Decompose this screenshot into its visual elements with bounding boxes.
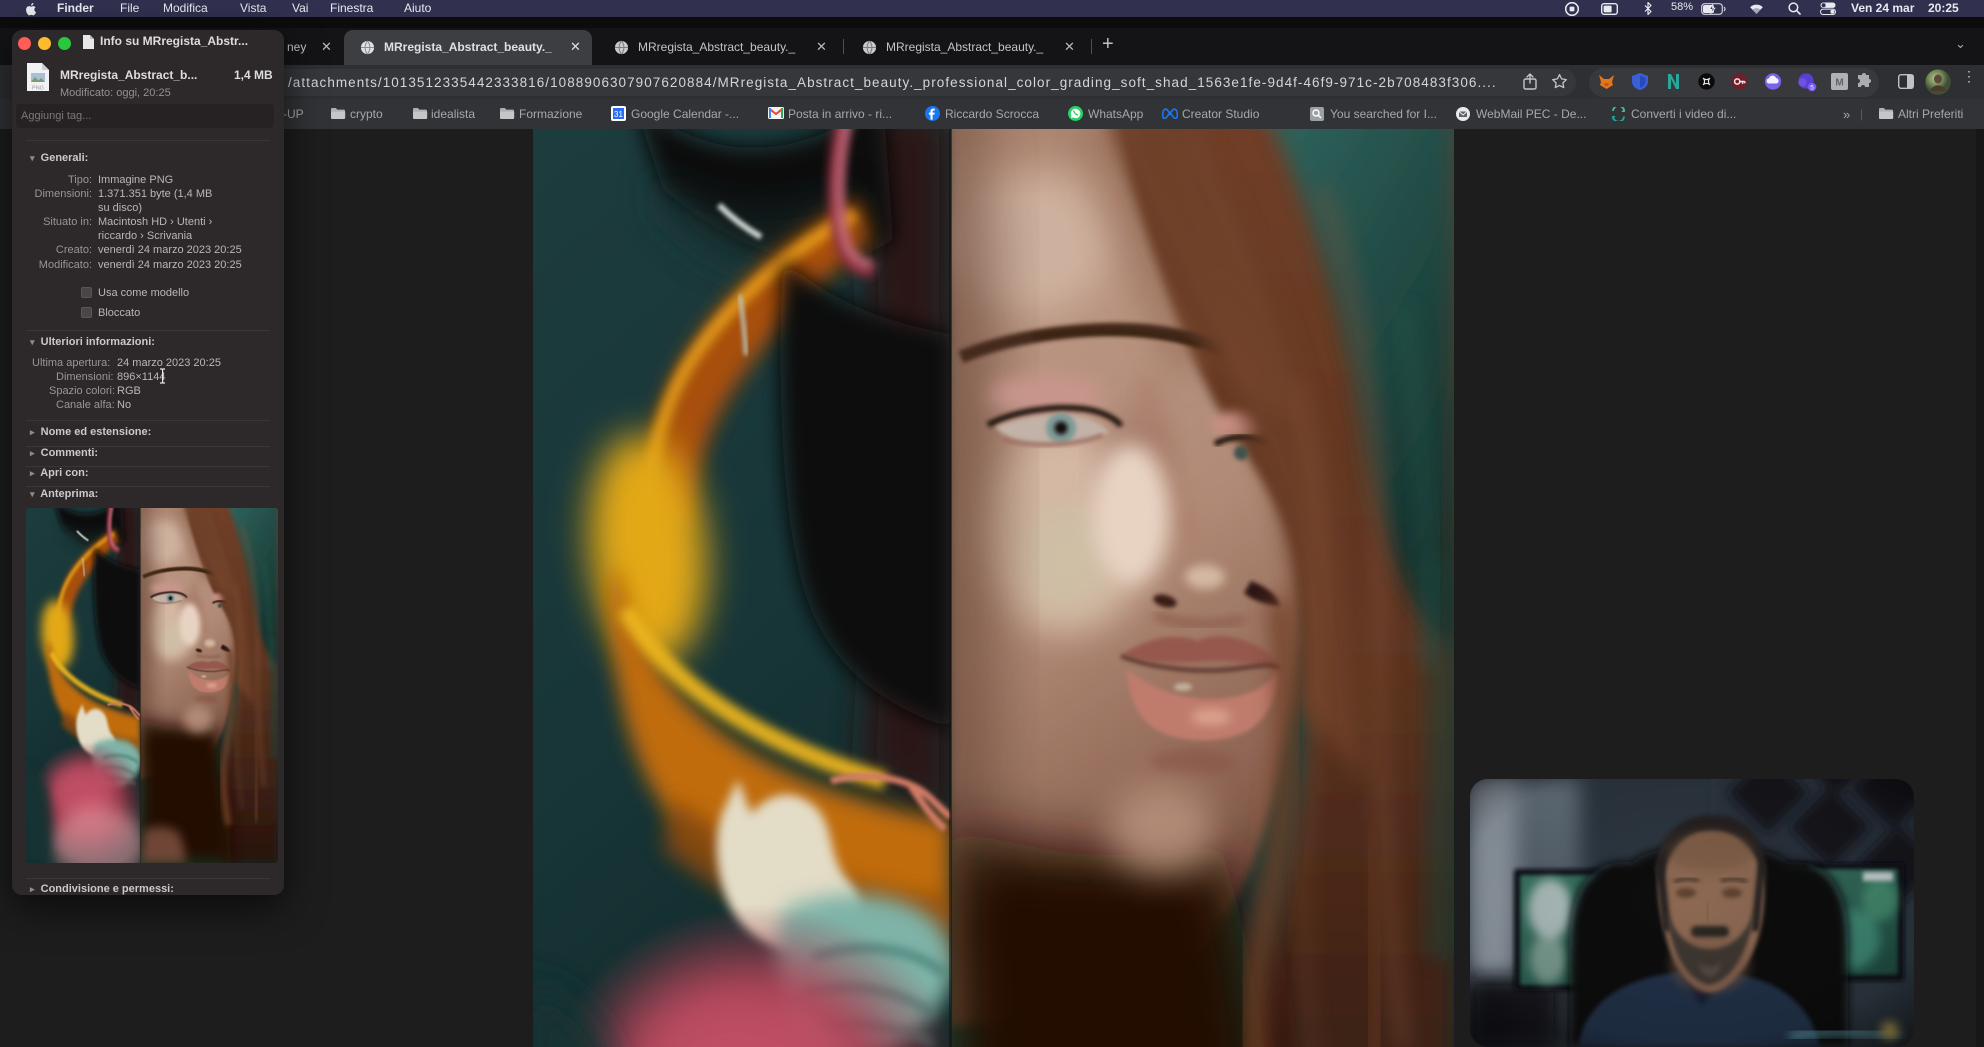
svg-text:PNG: PNG xyxy=(32,86,44,92)
svg-text:31: 31 xyxy=(614,110,623,119)
svg-text:5: 5 xyxy=(1810,84,1814,91)
svg-text:M: M xyxy=(1835,78,1843,89)
